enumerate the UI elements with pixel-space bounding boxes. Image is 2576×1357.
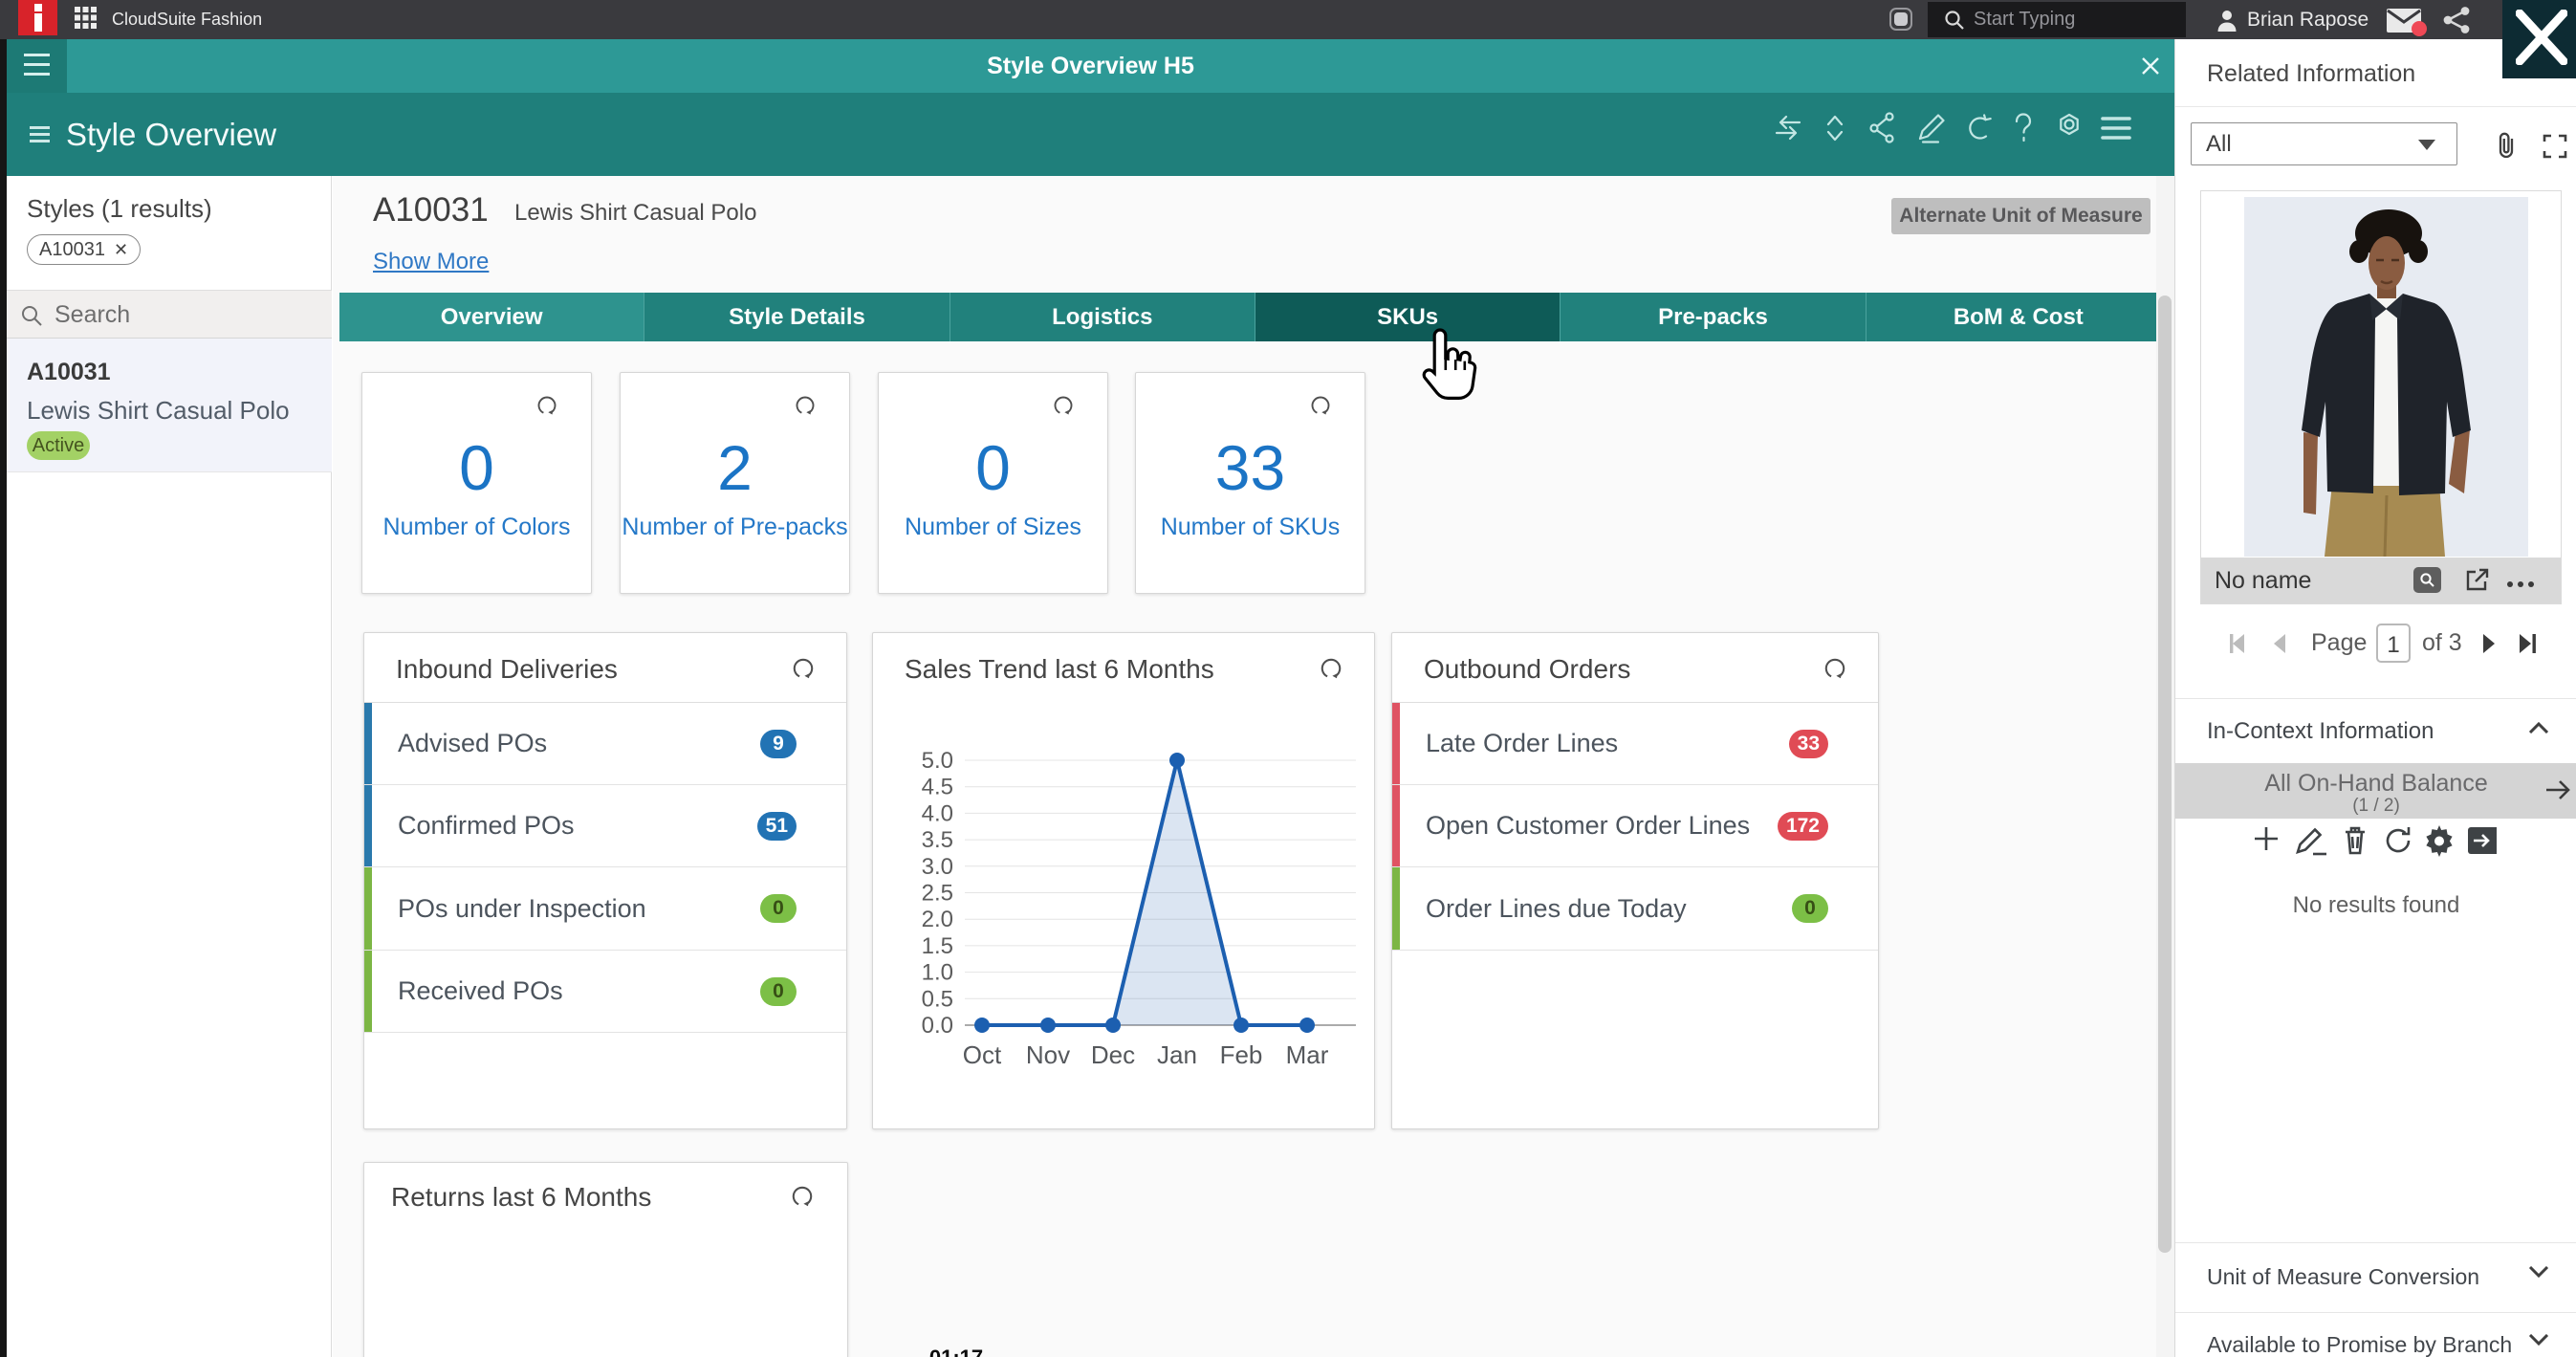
svg-text:0.0: 0.0	[922, 1013, 953, 1039]
svg-text:5.0: 5.0	[922, 748, 953, 774]
svg-text:Feb: Feb	[1220, 1040, 1263, 1069]
svg-text:3.5: 3.5	[922, 827, 953, 853]
svg-text:Mar: Mar	[1286, 1040, 1329, 1069]
svg-text:0.5: 0.5	[922, 986, 953, 1012]
svg-text:4.0: 4.0	[922, 800, 953, 826]
svg-text:Dec: Dec	[1091, 1040, 1135, 1069]
svg-text:Jan: Jan	[1157, 1040, 1197, 1069]
svg-text:1.5: 1.5	[922, 933, 953, 959]
svg-text:Nov: Nov	[1026, 1040, 1070, 1069]
svg-text:Oct: Oct	[963, 1040, 1002, 1069]
svg-text:2.0: 2.0	[922, 907, 953, 932]
svg-text:1.0: 1.0	[922, 960, 953, 986]
svg-text:2.5: 2.5	[922, 881, 953, 907]
svg-text:3.0: 3.0	[922, 854, 953, 880]
svg-text:4.5: 4.5	[922, 775, 953, 800]
